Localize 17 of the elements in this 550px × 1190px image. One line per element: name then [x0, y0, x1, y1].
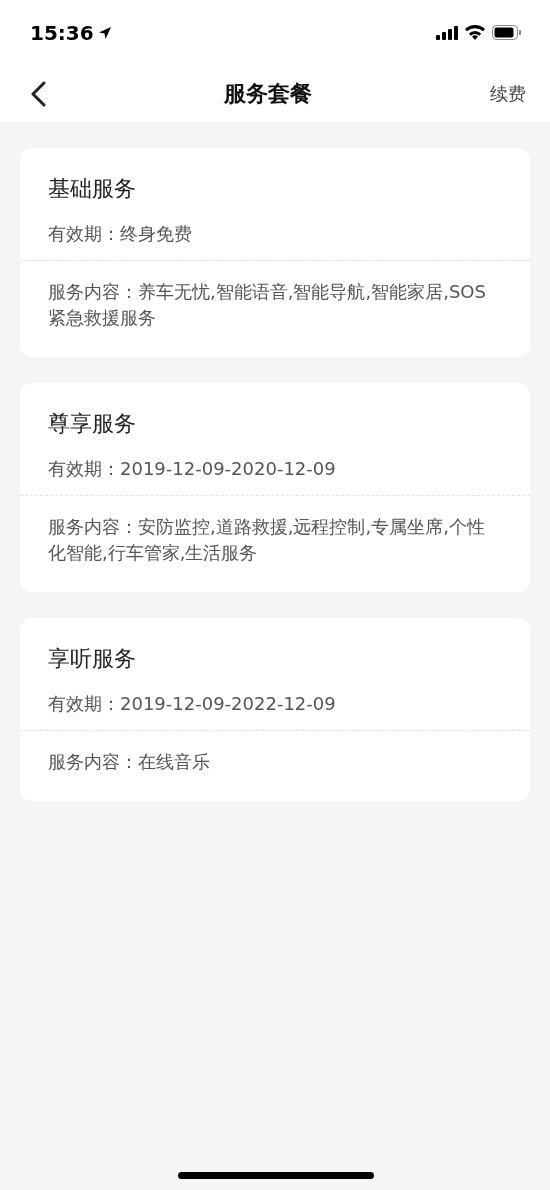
wifi-icon [465, 25, 485, 40]
service-title: 基础服务 [48, 175, 136, 203]
signal-icon [436, 25, 458, 40]
validity-text: 有效期：2019-12-09-2022-12-09 [48, 692, 336, 716]
back-button[interactable] [30, 80, 46, 107]
service-content: 服务内容：在线音乐 [48, 751, 210, 772]
validity-text: 有效期：终身免费 [48, 222, 192, 246]
battery-icon [492, 25, 522, 40]
service-content: 服务内容：养车无忧,智能语音,智能导航,智能家居,SOS紧急救援服务 [48, 281, 486, 328]
service-title: 尊享服务 [48, 410, 136, 438]
status-time: 15:36 [30, 20, 94, 45]
validity-text: 有效期：2019-12-09-2020-12-09 [48, 457, 336, 481]
service-content: 服务内容：安防监控,道路救援,远程控制,专属坐席,个性化智能,行车管家,生活服务 [48, 516, 485, 563]
page-title: 服务套餐 [224, 79, 312, 108]
location-arrow-icon [97, 25, 112, 40]
service-title: 享听服务 [48, 645, 136, 673]
renew-link[interactable]: 续费 [490, 81, 526, 106]
